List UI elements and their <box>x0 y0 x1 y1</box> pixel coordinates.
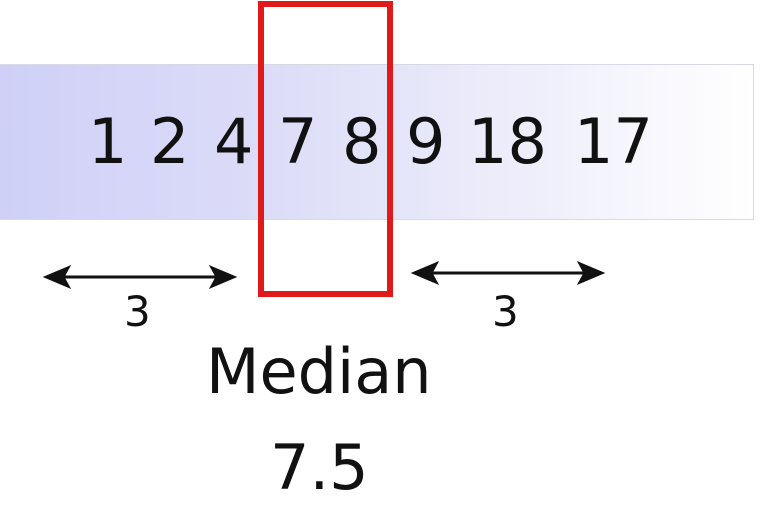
right-double-arrow <box>410 260 606 286</box>
median-diagram: 1 2 4 7 8 9 18 17 3 3 Median 7.5 <box>0 0 762 504</box>
left-count-label: 3 <box>124 287 151 336</box>
right-count-label: 3 <box>492 287 519 336</box>
median-label: Median <box>206 335 432 408</box>
left-double-arrow <box>42 264 238 290</box>
count-arrows <box>42 260 606 290</box>
